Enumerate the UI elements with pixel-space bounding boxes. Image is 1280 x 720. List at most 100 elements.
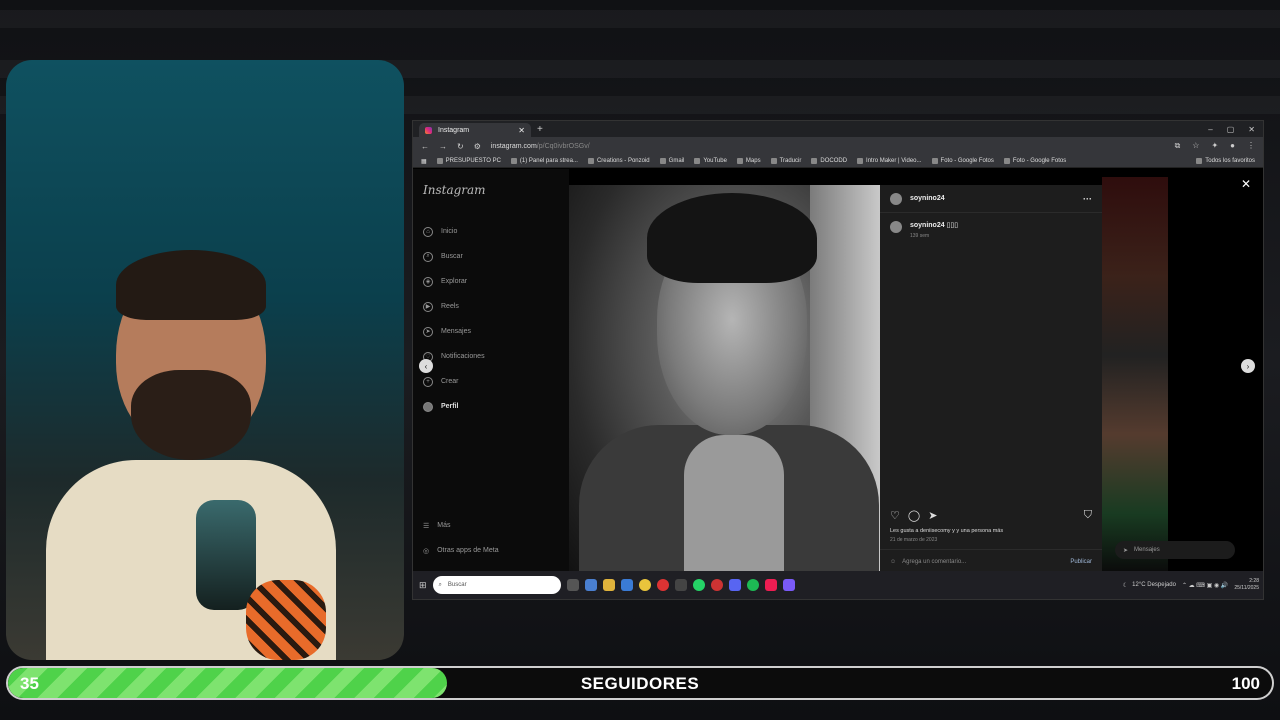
nav-label: Perfil bbox=[441, 403, 459, 410]
bookmark-item[interactable]: Foto - Google Fotos bbox=[931, 158, 994, 164]
more-options-icon[interactable]: ··· bbox=[1083, 194, 1092, 204]
tab-instagram[interactable]: Instagram ✕ bbox=[419, 123, 531, 137]
forward-icon[interactable]: → bbox=[439, 142, 447, 151]
app-icon[interactable] bbox=[674, 579, 687, 591]
windows-start-icon[interactable]: ⊞ bbox=[419, 580, 427, 591]
weather-widget[interactable]: ☾ 12°C Despejado bbox=[1123, 582, 1176, 589]
file-explorer-icon[interactable] bbox=[602, 579, 615, 591]
post-date: 21 de marzo de 2023 bbox=[890, 537, 938, 543]
nav-item-mas[interactable]: ☰ Más bbox=[423, 513, 499, 538]
bookmark-item[interactable]: PRESUPUESTO PC bbox=[436, 158, 501, 164]
bookmark-label: Intro Maker | Video... bbox=[866, 158, 922, 164]
bookmark-item[interactable]: Creations - Ponzoid bbox=[587, 158, 650, 164]
store-icon[interactable] bbox=[620, 579, 633, 591]
bookmark-label: Gmail bbox=[668, 158, 685, 164]
bookmark-label: PRESUPUESTO PC bbox=[445, 158, 501, 164]
bookmark-item[interactable]: Gmail bbox=[659, 158, 685, 164]
site-info-icon[interactable]: ⚙ bbox=[474, 142, 481, 151]
nav-item-crear[interactable]: + Crear bbox=[423, 369, 559, 394]
profile-icon[interactable]: ● bbox=[1230, 141, 1235, 151]
nav-label: Notificaciones bbox=[441, 353, 485, 360]
address-bar: ← → ↻ ⚙ instagram.com/p/Cq0ivbrOSGv/ ⧉ ☆… bbox=[413, 137, 1263, 155]
messages-label: Mensajes bbox=[1134, 547, 1160, 553]
messages-bubble[interactable]: ➤ Mensajes bbox=[1115, 541, 1235, 559]
instagram-logo[interactable]: Instagram bbox=[423, 183, 559, 197]
nav-item-perfil[interactable]: Perfil bbox=[423, 394, 559, 419]
extensions-icon[interactable]: ✦ bbox=[1211, 141, 1218, 151]
avatar[interactable] bbox=[890, 221, 902, 233]
bookmark-label: Foto - Google Fotos bbox=[940, 158, 994, 164]
microphone-image bbox=[196, 500, 256, 610]
bookmark-item[interactable]: (1) Panel para strea... bbox=[510, 158, 578, 164]
post-username[interactable]: soynino24 bbox=[910, 195, 945, 202]
nav-label: Más bbox=[437, 522, 451, 529]
bookmark-item[interactable]: Traducir bbox=[770, 158, 801, 164]
close-post-icon[interactable]: ✕ bbox=[1241, 177, 1251, 191]
instagram-favicon-icon bbox=[425, 126, 432, 134]
task-view-icon[interactable] bbox=[566, 579, 579, 591]
maximize-icon[interactable]: ▢ bbox=[1227, 125, 1235, 134]
bookmark-label: Creations - Ponzoid bbox=[596, 158, 650, 164]
app-icon[interactable] bbox=[728, 579, 741, 591]
like-heart-icon[interactable]: ♡ bbox=[890, 509, 900, 522]
blurred-background-bar bbox=[0, 10, 1280, 28]
record-icon[interactable] bbox=[656, 579, 669, 591]
taskbar-search[interactable]: ⌕ Buscar bbox=[432, 576, 561, 594]
nav-label: Crear bbox=[441, 378, 459, 385]
bookmark-item[interactable]: Intro Maker | Video... bbox=[857, 158, 922, 164]
nav-item-reels[interactable]: ▶ Reels bbox=[423, 294, 559, 319]
apps-grid-icon[interactable]: ▦ bbox=[421, 158, 427, 165]
plus-icon: + bbox=[423, 376, 433, 387]
tray-icons[interactable]: ⌃ ☁ ⌨ ▣ ◉ 🔊 bbox=[1182, 582, 1228, 589]
bookmark-item[interactable]: YouTube bbox=[694, 158, 727, 164]
bookmark-label: Maps bbox=[745, 158, 761, 164]
bookmark-star-icon[interactable]: ☆ bbox=[1192, 141, 1199, 151]
follower-goal-target: 100 bbox=[1231, 674, 1260, 693]
reload-icon[interactable]: ↻ bbox=[457, 142, 464, 151]
url-field[interactable]: instagram.com/p/Cq0ivbrOSGv/ bbox=[491, 143, 590, 150]
nav-item-buscar[interactable]: ⌕ Buscar bbox=[423, 244, 559, 269]
new-tab-icon[interactable]: + bbox=[537, 124, 543, 135]
likes-text[interactable]: Les gusta a deniisecomy y y una persona … bbox=[890, 528, 1003, 534]
edge-icon[interactable] bbox=[584, 579, 597, 591]
comment-icon[interactable]: ◯ bbox=[908, 509, 920, 522]
webcam-feed bbox=[6, 60, 404, 660]
bookmark-item[interactable]: Foto - Google Fotos bbox=[1003, 158, 1066, 164]
publish-button[interactable]: Publicar bbox=[1070, 559, 1092, 565]
bookmark-item[interactable]: DOCODD bbox=[811, 158, 847, 164]
close-tab-icon[interactable]: ✕ bbox=[518, 126, 525, 135]
spotify-icon[interactable] bbox=[746, 579, 759, 591]
close-window-icon[interactable]: ✕ bbox=[1248, 125, 1255, 134]
app-icon[interactable] bbox=[782, 579, 795, 591]
caption-username[interactable]: soynino24 bbox=[910, 222, 945, 229]
post-photo[interactable] bbox=[569, 185, 880, 573]
whatsapp-icon[interactable] bbox=[692, 579, 705, 591]
emoji-icon[interactable]: ☺ bbox=[890, 559, 896, 565]
window-controls: – ▢ ✕ bbox=[1208, 125, 1263, 134]
avatar[interactable] bbox=[890, 192, 902, 205]
bookmark-item[interactable]: Maps bbox=[736, 158, 761, 164]
share-icon[interactable]: ➤ bbox=[928, 509, 937, 522]
minimize-icon[interactable]: – bbox=[1208, 125, 1212, 134]
save-bookmark-icon[interactable]: ⛉ bbox=[1084, 509, 1092, 522]
url-host: instagram.com bbox=[490, 142, 537, 150]
tiktok-icon[interactable] bbox=[764, 579, 777, 591]
nav-item-notificaciones[interactable]: ♡ Notificaciones bbox=[423, 344, 559, 369]
chrome-icon[interactable] bbox=[638, 579, 651, 591]
all-bookmarks[interactable]: Todos los favoritos bbox=[1196, 158, 1255, 164]
next-post-icon[interactable]: › bbox=[1241, 359, 1255, 373]
obs-icon[interactable] bbox=[710, 579, 723, 591]
menu-icon[interactable]: ⋮ bbox=[1247, 141, 1255, 151]
comment-input[interactable]: Agrega un comentario... bbox=[902, 559, 966, 565]
nav-item-otras-apps[interactable]: ◎ Otras apps de Meta bbox=[423, 538, 499, 563]
cast-icon[interactable]: ⧉ bbox=[1175, 141, 1181, 151]
search-icon: ⌕ bbox=[423, 251, 433, 262]
nav-item-mensajes[interactable]: ➤ Mensajes bbox=[423, 319, 559, 344]
home-icon: ⌂ bbox=[423, 226, 433, 237]
prev-post-icon[interactable]: ‹ bbox=[419, 359, 433, 373]
nav-item-explorar[interactable]: ◈ Explorar bbox=[423, 269, 559, 294]
clock[interactable]: 2:28 25/11/2025 bbox=[1234, 578, 1259, 592]
nav-item-inicio[interactable]: ⌂ Inicio bbox=[423, 219, 559, 244]
back-icon[interactable]: ← bbox=[421, 142, 429, 151]
stream-scene: Instagram ✕ + – ▢ ✕ ← → ↻ ⚙ instagram.co… bbox=[0, 0, 1280, 720]
